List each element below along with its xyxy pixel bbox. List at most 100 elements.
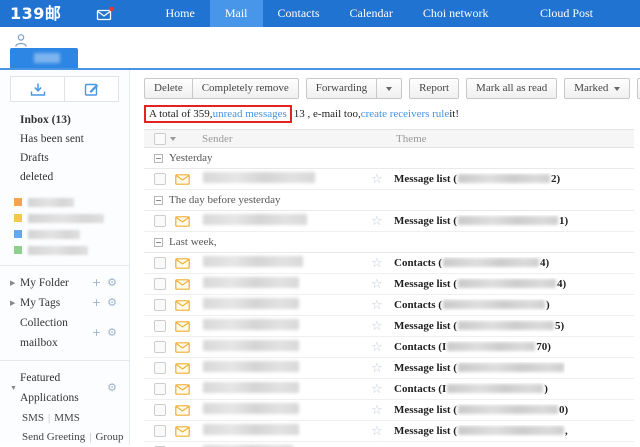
mail-row[interactable]: ☆ Message list (, <box>144 421 634 442</box>
star-icon[interactable]: ☆ <box>371 215 387 228</box>
mark-all-as-read-button[interactable]: Mark all as read <box>466 78 557 99</box>
featured-app-link[interactable]: SMS <box>22 412 44 424</box>
star-icon[interactable]: ☆ <box>371 404 387 417</box>
mail-subject[interactable]: Message list (4) <box>394 278 566 290</box>
sidebar-section-featured-apps[interactable]: ▼ Featured Applications ⚙ <box>0 368 129 408</box>
mail-subject[interactable]: Message list (0) <box>394 404 568 416</box>
receive-mail-button[interactable] <box>11 77 64 101</box>
sidebar-item-deleted[interactable]: deleted <box>20 168 129 187</box>
delete-button[interactable]: Delete <box>144 78 193 99</box>
sidebar-item-drafts[interactable]: Drafts <box>20 149 129 168</box>
collapse-icon[interactable] <box>154 238 163 247</box>
mail-row[interactable]: ☆ Message list ( <box>144 358 634 379</box>
star-icon[interactable]: ☆ <box>371 173 387 186</box>
sidebar-label-item[interactable] <box>14 242 119 258</box>
star-icon[interactable]: ☆ <box>371 278 387 291</box>
unread-count-text: 13 , e-mail too, <box>294 108 361 120</box>
row-checkbox[interactable] <box>154 383 166 395</box>
completely-remove-button[interactable]: Completely remove <box>193 78 299 99</box>
sidebar-section-my-tags[interactable]: ▶ My Tags + ⚙ <box>0 293 129 313</box>
sidebar-label-item[interactable] <box>14 210 119 226</box>
mailbox-notification-icon[interactable] <box>88 0 129 27</box>
nav-mail[interactable]: Mail <box>210 0 263 27</box>
group-header-row[interactable]: Last week, <box>144 232 634 253</box>
plus-icon[interactable]: + <box>92 293 101 313</box>
row-checkbox[interactable] <box>154 299 166 311</box>
mail-row[interactable]: ☆ Message list (5) <box>144 316 634 337</box>
mail-subject[interactable]: Contacts (4) <box>394 257 549 269</box>
featured-app-link[interactable]: MMS <box>54 412 80 424</box>
plus-icon[interactable]: + <box>92 323 101 343</box>
mail-subject[interactable]: Contacts () <box>394 299 550 311</box>
marked-dropdown-button[interactable]: Marked <box>564 78 630 99</box>
arrow-down-icon[interactable]: ▼ <box>10 378 20 398</box>
featured-app-link[interactable]: Send Greeting <box>22 431 85 443</box>
row-checkbox[interactable] <box>154 257 166 269</box>
mail-row[interactable]: ☆ Message list (0) <box>144 400 634 421</box>
sidebar-item-inbox[interactable]: Inbox (13) <box>20 111 129 130</box>
star-icon[interactable]: ☆ <box>371 383 387 396</box>
group-header-row[interactable]: The day before yesterday <box>144 190 634 211</box>
star-icon[interactable]: ☆ <box>371 299 387 312</box>
row-checkbox[interactable] <box>154 341 166 353</box>
gear-icon[interactable]: ⚙ <box>107 378 117 398</box>
compose-button[interactable] <box>64 77 118 101</box>
row-checkbox[interactable] <box>154 173 166 185</box>
nav-cloud-post-office[interactable]: Cloud Post Office <box>525 0 640 27</box>
mail-row[interactable]: ☆ Contacts () <box>144 295 634 316</box>
create-receivers-rule-link[interactable]: create receivers rule <box>361 108 450 120</box>
select-dropdown-icon[interactable] <box>170 137 176 141</box>
sidebar-section-collection-mailbox[interactable]: Collection mailbox + ⚙ <box>0 313 129 353</box>
mail-row[interactable]: ☆ Message list (2) <box>144 169 634 190</box>
mail-row[interactable]: ☆Contacts (: 8613912107525IMEI8655879204… <box>144 442 634 447</box>
gear-icon[interactable]: ⚙ <box>107 323 117 343</box>
arrow-right-icon[interactable]: ▶ <box>10 273 20 293</box>
star-icon[interactable]: ☆ <box>371 362 387 375</box>
star-icon[interactable]: ☆ <box>371 257 387 270</box>
mail-row[interactable]: ☆ Message list (4) <box>144 274 634 295</box>
mail-subject[interactable]: Message list ( <box>394 362 565 374</box>
sidebar-label-item[interactable] <box>14 194 119 210</box>
mail-subject[interactable]: Contacts (I) <box>394 383 548 395</box>
link-separator: | <box>44 412 54 424</box>
report-button[interactable]: Report <box>409 78 459 99</box>
logo[interactable]: 139邮箱 <box>0 0 88 27</box>
forwarding-dropdown-button[interactable] <box>377 78 402 99</box>
collapse-icon[interactable] <box>154 196 163 205</box>
row-checkbox[interactable] <box>154 278 166 290</box>
star-icon[interactable]: ☆ <box>371 341 387 354</box>
nav-contacts[interactable]: Contacts <box>263 0 335 27</box>
row-checkbox[interactable] <box>154 215 166 227</box>
arrow-right-icon[interactable]: ▶ <box>10 293 20 313</box>
collapse-icon[interactable] <box>154 154 163 163</box>
sidebar-section-my-folder[interactable]: ▶ My Folder + ⚙ <box>0 273 129 293</box>
nav-calendar[interactable]: Calendar <box>335 0 408 27</box>
forwarding-button[interactable]: Forwarding <box>306 78 377 99</box>
select-all-checkbox[interactable] <box>154 133 166 145</box>
mail-subject[interactable]: Message list (1) <box>394 215 568 227</box>
mail-row[interactable]: ☆ Contacts (I) <box>144 379 634 400</box>
mail-subject[interactable]: Contacts (I70) <box>394 341 551 353</box>
mail-subject[interactable]: Message list (5) <box>394 320 564 332</box>
row-checkbox[interactable] <box>154 425 166 437</box>
sidebar-item-sent[interactable]: Has been sent <box>20 130 129 149</box>
plus-icon[interactable]: + <box>92 273 101 293</box>
nav-network-disk[interactable]: Choi network disk <box>408 0 525 27</box>
row-checkbox[interactable] <box>154 404 166 416</box>
gear-icon[interactable]: ⚙ <box>107 273 117 293</box>
star-icon[interactable]: ☆ <box>371 320 387 333</box>
star-icon[interactable]: ☆ <box>371 425 387 438</box>
nav-home[interactable]: Home <box>151 0 210 27</box>
unread-messages-link[interactable]: unread messages <box>213 108 287 120</box>
mail-row[interactable]: ☆ Contacts (I70) <box>144 337 634 358</box>
row-checkbox[interactable] <box>154 362 166 374</box>
inbox-tab[interactable] <box>10 48 78 68</box>
gear-icon[interactable]: ⚙ <box>107 293 117 313</box>
mail-row[interactable]: ☆ Message list (1) <box>144 211 634 232</box>
mail-subject[interactable]: Message list (, <box>394 425 568 437</box>
group-header-row[interactable]: Yesterday <box>144 148 634 169</box>
row-checkbox[interactable] <box>154 320 166 332</box>
mail-subject[interactable]: Message list (2) <box>394 173 560 185</box>
sidebar-label-item[interactable] <box>14 226 119 242</box>
mail-row[interactable]: ☆ Contacts (4) <box>144 253 634 274</box>
